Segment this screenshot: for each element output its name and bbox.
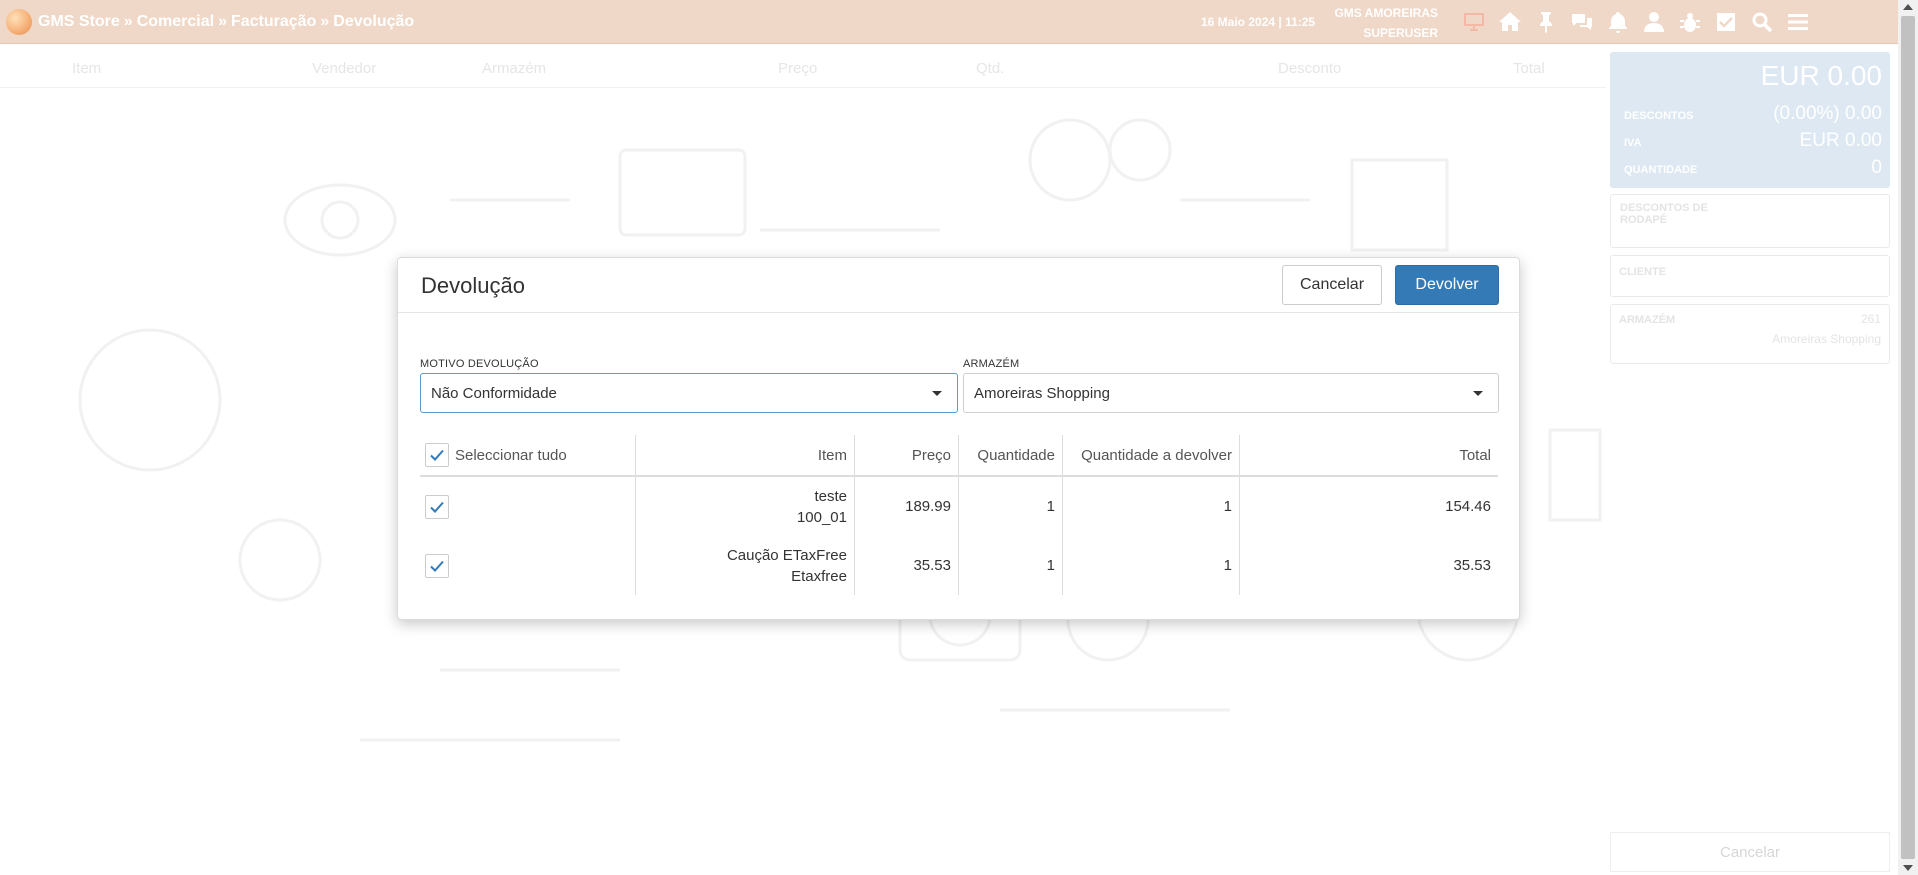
datetime: 16 Maio 2024 | 11:25 (1201, 15, 1316, 29)
breadcrumb-comercial[interactable]: Comercial (137, 13, 214, 30)
th-item: Item (817, 446, 847, 464)
descontos-row: DESCONTOS (0.00%) 0.00 (1624, 103, 1882, 125)
breadcrumb-devolucao: Devolução (333, 12, 415, 30)
motivo-select[interactable]: Não Conformidade (420, 373, 958, 413)
breadcrumb-store[interactable]: GMS Store (38, 13, 120, 30)
item-name: teste (814, 487, 847, 505)
item-code: 100_01 (796, 508, 847, 526)
scroll-thumb[interactable] (1901, 16, 1915, 859)
row-checkbox[interactable] (425, 553, 449, 578)
armazem-select-value: Amoreiras Shopping (974, 384, 1110, 402)
sales-grid-header: Item Vendedor Armazém Preço Qtd. Descont… (0, 48, 1606, 88)
row-qtd-devolver[interactable]: 1 (1063, 477, 1239, 536)
bug-icon[interactable] (1672, 6, 1708, 38)
row-preco: 35.53 (913, 557, 951, 574)
col-armazem: Armazém (482, 60, 547, 77)
th-preco: Preço (911, 446, 951, 464)
select-all[interactable]: Seleccionar tudo (425, 435, 635, 475)
home-icon[interactable] (1492, 6, 1528, 38)
descontos-label: DESCONTOS (1624, 110, 1694, 122)
scroll-down-arrow-icon[interactable] (1903, 865, 1913, 871)
menu-icon[interactable] (1780, 6, 1816, 38)
cliente-label: CLIENTE (1619, 266, 1667, 278)
breadcrumb-facturacao[interactable]: Facturação (231, 13, 316, 30)
table-row: Caução ETaxFree Etaxfree 35.53 1 1 35.53 (420, 536, 1498, 595)
armazem-box[interactable]: ARMAZÉM 261 Amoreiras Shopping (1610, 304, 1890, 364)
iva-value: EUR 0.00 (1799, 130, 1882, 151)
select-all-checkbox[interactable] (425, 443, 449, 467)
grand-total: EUR 0.00 (1760, 60, 1882, 91)
row-select[interactable] (425, 477, 635, 536)
breadcrumb: GMS Store» Comercial» Facturação» Devolução (38, 12, 415, 30)
return-items-table: Seleccionar tudo Item Preço Quantidade Q… (420, 435, 1498, 595)
row-preco: 189.99 (905, 498, 951, 515)
col-qtd: Qtd. (976, 60, 1005, 77)
panel-cancel-button[interactable]: Cancelar (1610, 832, 1890, 872)
armazem-label: ARMAZÉM (1619, 314, 1676, 326)
chevron-down-icon (932, 391, 942, 396)
col-item: Item (72, 60, 102, 77)
check-square-icon[interactable] (1708, 6, 1744, 38)
search-icon[interactable] (1744, 6, 1780, 38)
armazem-name: Amoreiras Shopping (1772, 332, 1881, 346)
armazem-code: 261 (1860, 312, 1881, 326)
th-qtd-devolver: Quantidade a devolver (1081, 446, 1232, 464)
chevron-down-icon (1473, 391, 1483, 396)
row-item: Caução ETaxFree Etaxfree (636, 536, 854, 595)
quantidade-label: QUANTIDADE (1624, 164, 1698, 176)
quantidade-value: 0 (1871, 157, 1882, 178)
cancel-button[interactable]: Cancelar (1282, 265, 1382, 305)
top-bar: GMS Store» Comercial» Facturação» Devolução… (0, 0, 1898, 44)
th-quantidade: Quantidade (977, 446, 1055, 464)
user-info[interactable]: GMS AMOREIRAS SUPERUSER (1318, 3, 1438, 43)
row-item: teste 100_01 (636, 477, 854, 536)
table-header: Seleccionar tudo Item Preço Quantidade Q… (420, 435, 1498, 477)
iva-row: IVA EUR 0.00 (1624, 130, 1882, 152)
quantidade-row: QUANTIDADE 0 (1624, 157, 1882, 179)
descontos-value: (0.00%) 0.00 (1773, 103, 1882, 124)
bell-icon[interactable] (1600, 6, 1636, 38)
row-total: 154.46 (1445, 498, 1491, 515)
col-preco: Preço (778, 60, 818, 77)
devolver-button[interactable]: Devolver (1395, 265, 1499, 305)
modal-title: Devolução (421, 273, 525, 298)
row-total: 35.53 (1453, 557, 1491, 574)
pin-icon[interactable] (1528, 6, 1564, 38)
row-checkbox[interactable] (425, 494, 449, 519)
iva-label: IVA (1624, 137, 1642, 149)
item-name: Caução ETaxFree (726, 546, 847, 564)
row-qtd-devolver[interactable]: 1 (1063, 536, 1239, 595)
check-icon (430, 501, 444, 513)
user-icon[interactable] (1636, 6, 1672, 38)
footer-discounts-box[interactable] (1610, 194, 1890, 248)
check-icon (430, 560, 444, 572)
row-select[interactable] (425, 536, 635, 595)
col-desconto: Desconto (1278, 60, 1342, 77)
store-name: GMS AMOREIRAS (1334, 6, 1438, 20)
col-vendedor: Vendedor (312, 60, 377, 77)
totals-summary: EUR 0.00 DESCONTOS (0.00%) 0.00 IVA EUR … (1610, 52, 1890, 188)
row-quantidade: 1 (1046, 498, 1055, 515)
table-row: teste 100_01 189.99 1 1 154.46 (420, 477, 1498, 536)
user-name: SUPERUSER (1363, 26, 1438, 40)
toolbar-icons (1456, 6, 1816, 38)
motivo-value: Não Conformidade (431, 384, 557, 402)
motivo-label: MOTIVO DEVOLUÇÃO (420, 358, 539, 370)
armazem-select[interactable]: Amoreiras Shopping (963, 373, 1499, 413)
armazem-field-label: ARMAZÉM (963, 358, 1020, 370)
cliente-box[interactable]: CLIENTE (1610, 255, 1890, 297)
devolucao-modal: Devolução Cancelar Devolver MOTIVO DEVOL… (397, 257, 1520, 620)
monitor-icon[interactable] (1456, 6, 1492, 38)
app-logo[interactable] (6, 8, 32, 35)
scroll-up-arrow-icon[interactable] (1903, 4, 1913, 10)
modal-header: Devolução Cancelar Devolver (398, 258, 1519, 313)
col-total: Total (1513, 60, 1545, 77)
row-quantidade: 1 (1046, 557, 1055, 574)
check-icon (430, 449, 444, 461)
th-total: Total (1459, 446, 1491, 464)
page-scrollbar[interactable] (1898, 0, 1918, 875)
item-code: Etaxfree (791, 567, 847, 585)
select-all-label: Seleccionar tudo (455, 446, 567, 464)
chat-icon[interactable] (1564, 6, 1600, 38)
